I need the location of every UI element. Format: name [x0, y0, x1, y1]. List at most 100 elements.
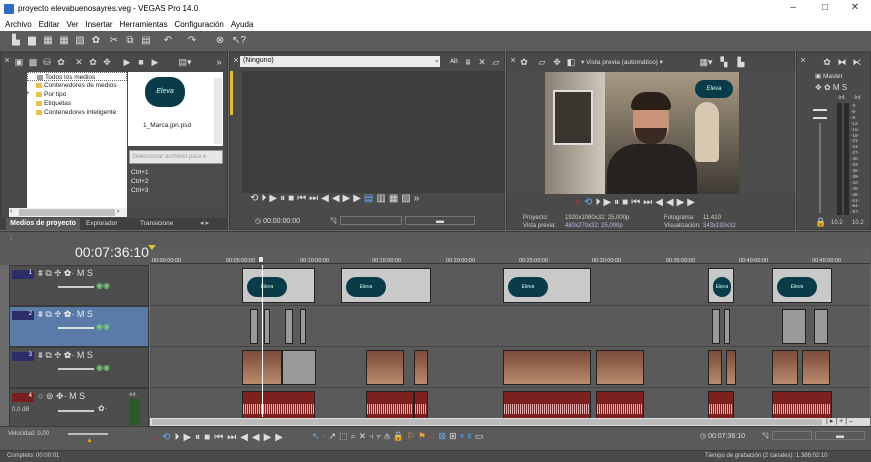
video-event[interactable]	[282, 350, 316, 385]
minimize-button[interactable]: –	[778, 2, 808, 16]
trimmer-more-icon[interactable]: »	[414, 193, 423, 204]
maximize-button[interactable]: □	[810, 2, 840, 16]
selection-tool-icon[interactable]: ⬚	[339, 431, 351, 441]
get-media-icon[interactable]: ⛁	[42, 57, 52, 67]
media-play-icon[interactable]: ▶	[122, 57, 132, 67]
stop-icon[interactable]: ■	[204, 432, 214, 443]
track-header-1[interactable]: 1 ⩩ ⧉ ✥ ✿· M S ◉◉	[9, 265, 149, 306]
mute-button[interactable]: M	[77, 350, 85, 360]
menu-ayuda[interactable]: Ayuda	[231, 19, 254, 31]
rewind-icon[interactable]: ◀◀	[321, 193, 342, 204]
video-event[interactable]	[802, 350, 830, 385]
menu-herramientas[interactable]: Herramientas	[120, 19, 168, 31]
media-more-icon[interactable]: »	[214, 57, 224, 67]
solo-button[interactable]: S	[87, 309, 93, 319]
trimmer-audio-icon[interactable]: ▬	[405, 216, 475, 225]
media-vscroll[interactable]	[214, 78, 222, 144]
track-level-slider[interactable]	[58, 327, 94, 329]
video-event[interactable]	[726, 350, 736, 385]
mute-button[interactable]: M	[77, 268, 85, 278]
prev-frame-icon[interactable]: ⏮	[214, 432, 227, 443]
tree-hscroll[interactable]: ‹ ›	[9, 208, 127, 217]
video-event[interactable]	[300, 309, 306, 344]
track-header-3[interactable]: 3 ⩩ ⧉ ✥ ✿· M S ◉◉	[9, 347, 149, 388]
mute-button[interactable]: M	[69, 391, 77, 401]
master-close-icon[interactable]: ×	[799, 55, 807, 65]
track-motion-icon[interactable]: ✥	[54, 350, 61, 360]
rate-slider-handle[interactable]: ▲	[86, 437, 93, 444]
rewind-icon[interactable]: ◀◀	[240, 432, 263, 443]
next-frame-icon[interactable]: ⏭	[309, 193, 321, 204]
media-item-name[interactable]: 1_Marca.jpn.psd	[143, 122, 191, 129]
video-event[interactable]	[782, 309, 806, 344]
loop-icon[interactable]: ⟲	[250, 193, 261, 204]
track-lane-3[interactable]	[150, 347, 870, 388]
master-mute[interactable]: M	[833, 83, 840, 92]
video-event[interactable]: Eleva	[242, 268, 315, 303]
track-lane-1[interactable]: Eleva Eleva Eleva Eleva Eleva	[150, 265, 870, 306]
track-fx-icon[interactable]: ✿	[64, 309, 71, 319]
overlays-icon[interactable]: ▦▾	[699, 57, 713, 67]
motion-icon[interactable]: ⧉	[45, 309, 51, 319]
fill-icon[interactable]: ▥	[376, 193, 388, 204]
media-search-input[interactable]: Seleccionar archivos para e	[129, 150, 223, 164]
video-event[interactable]	[250, 309, 258, 344]
master-pan-icon[interactable]: ✥	[815, 83, 822, 92]
audio-volume-slider[interactable]	[58, 410, 94, 412]
trimmer-viewport[interactable]	[242, 71, 504, 193]
video-event[interactable]	[814, 309, 828, 344]
tree-item-inteligentes[interactable]: Contenedores inteligente	[27, 108, 127, 117]
track-lane-2[interactable]	[150, 306, 870, 347]
render-region-icon[interactable]: ▭	[475, 431, 487, 441]
trimmer-remove-icon[interactable]: ✕	[477, 57, 487, 67]
video-event[interactable]: Eleva	[772, 268, 832, 303]
track-motion-icon[interactable]: ✥	[54, 268, 61, 278]
track-envelope-icon[interactable]: ⊜	[46, 391, 54, 401]
loop-icon[interactable]: ⟲	[584, 197, 595, 208]
redo-icon[interactable]: ↷	[186, 35, 198, 47]
pause-icon[interactable]: ⏸	[280, 193, 288, 204]
media-stop-icon[interactable]: ■	[136, 57, 146, 67]
play-icon[interactable]: ▶	[603, 197, 614, 208]
composite-mode-icon[interactable]: ◉◉	[96, 322, 110, 331]
selection-length-field[interactable]	[772, 431, 812, 440]
tree-item-por-tipo[interactable]: + Por tipo	[26, 90, 127, 99]
video-event[interactable]	[772, 350, 798, 385]
tree-item-etiquetas[interactable]: Etiquetas	[27, 99, 127, 108]
audio-device-icon[interactable]: ▬	[815, 431, 865, 440]
preview-device-icon[interactable]: ▱	[537, 57, 547, 67]
overwrite-icon[interactable]: ▦	[389, 193, 401, 204]
stop-icon[interactable]: ■	[288, 193, 297, 204]
video-event[interactable]: Eleva	[341, 268, 431, 303]
preview-quality-dropdown[interactable]: ▾ Vista previa (automático) ▾	[581, 58, 663, 66]
video-event[interactable]	[414, 350, 428, 385]
properties-gear-icon[interactable]: ✿	[90, 35, 102, 47]
shortcut-ctrl2[interactable]: Ctrl+2	[131, 177, 221, 186]
downmix-icon[interactable]: ⧓	[836, 57, 848, 67]
track-fx-icon[interactable]: ✿	[64, 350, 71, 360]
insert-marker-icon[interactable]: ⚐	[407, 431, 418, 441]
delete-icon[interactable]: ✕	[359, 431, 370, 441]
auto-crossfade-icon[interactable]: ⊠	[439, 431, 450, 441]
add-to-timeline-icon[interactable]: ▤	[364, 193, 376, 204]
compositing-icon[interactable]: ⩩	[38, 268, 43, 278]
audio-pan-gear-icon[interactable]: ✿·	[98, 404, 107, 413]
scroll-thumb[interactable]	[19, 209, 115, 216]
forward-icon[interactable]: ▶▶	[343, 193, 364, 204]
zoom-buttons-icon[interactable]: |▸|+|–	[826, 417, 855, 425]
tabs-scroll-icon[interactable]: ◂ ▸	[200, 219, 209, 227]
mute-button[interactable]: M	[77, 309, 85, 319]
media-snap-icon[interactable]: ✥	[102, 57, 112, 67]
menu-archivo[interactable]: Archivo	[5, 19, 32, 31]
master-lock-icon[interactable]: 🔒	[815, 217, 826, 228]
playhead-handle[interactable]	[258, 256, 264, 263]
insert-icon[interactable]: ▧	[401, 193, 413, 204]
ripple-icon[interactable]: ⊞	[449, 431, 460, 441]
open-folder-icon[interactable]: ▆	[26, 35, 38, 47]
split-screen-icon[interactable]: ◧	[566, 57, 576, 67]
video-event[interactable]	[712, 309, 720, 344]
prev-frame-icon[interactable]: ⏮	[631, 197, 643, 208]
undo-icon[interactable]: ↶	[162, 35, 174, 47]
forward-icon[interactable]: ▶▶	[677, 197, 698, 208]
video-event[interactable]	[264, 309, 270, 344]
